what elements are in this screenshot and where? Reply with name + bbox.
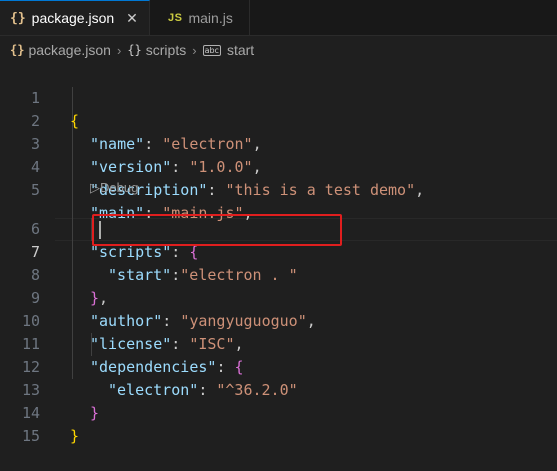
breadcrumb-item-scripts[interactable]: scripts: [146, 42, 186, 58]
code-line: 13 }: [0, 356, 557, 422]
code-line: 14 }: [0, 379, 557, 445]
play-icon: ▷: [90, 180, 100, 195]
code-editor[interactable]: 1 { 2 "name": "electron", 3 "version": "…: [0, 64, 557, 457]
json-file-icon: {}: [10, 43, 25, 57]
code-line: 9 "author": "yangyuguoguo",: [0, 264, 557, 330]
object-icon: {}: [127, 43, 142, 57]
tab-label: package.json: [31, 10, 115, 26]
json-file-icon: {}: [10, 10, 26, 26]
chevron-right-icon: ›: [116, 42, 122, 58]
breadcrumb-item-file[interactable]: package.json: [28, 42, 111, 58]
code-line: 12 "electron": "^36.2.0": [0, 333, 557, 399]
code-line: 1 {: [0, 64, 557, 130]
debug-label: Debug: [100, 180, 139, 195]
line-number: 15: [21, 427, 40, 445]
breadcrumb-item-start[interactable]: start: [227, 42, 254, 58]
tab-package-json[interactable]: {} package.json ✕: [0, 0, 150, 35]
close-icon[interactable]: ✕: [126, 10, 138, 27]
code-line: 15: [0, 402, 557, 445]
code-line: 11 "dependencies": {: [0, 310, 557, 376]
chevron-right-icon: ›: [192, 42, 197, 58]
breadcrumb: {} package.json › {} scripts › abc start: [0, 36, 557, 64]
code-line: 10 "license": "ISC",: [0, 287, 557, 353]
tab-label: main.js: [188, 9, 233, 26]
code-line: 2 "name": "electron",: [0, 87, 557, 153]
code-line: 4 "description": "this is a test demo",: [0, 133, 557, 199]
string-property-icon: abc: [202, 44, 221, 56]
code-line: 5 "main": "main.js",: [0, 156, 557, 222]
tab-main-js[interactable]: JS main.js: [150, 0, 250, 35]
annotation-highlight-box: [92, 214, 342, 246]
js-file-icon: JS: [168, 11, 183, 24]
tab-bar: {} package.json ✕ JS main.js: [0, 0, 557, 36]
code-line: 3 "version": "1.0.0",: [0, 110, 557, 176]
